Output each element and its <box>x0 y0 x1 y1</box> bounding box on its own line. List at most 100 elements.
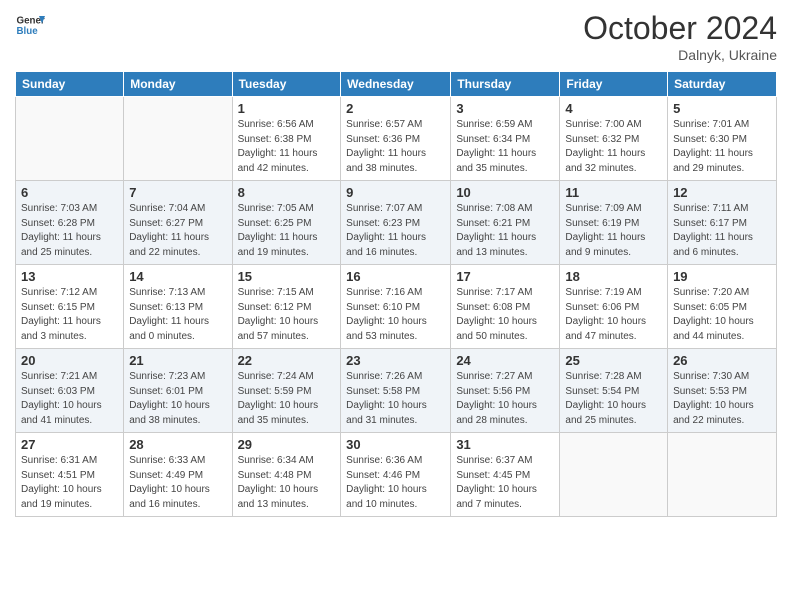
calendar-day-cell: 5 Sunrise: 7:01 AM Sunset: 6:30 PM Daylig… <box>668 97 777 181</box>
day-info: Sunrise: 7:23 AM Sunset: 6:01 PM Dayligh… <box>129 370 226 428</box>
calendar-day-cell: 23 Sunrise: 7:26 AM Sunset: 5:58 PM Dayli… <box>341 349 451 433</box>
day-info: Sunrise: 7:11 AM Sunset: 6:17 PM Dayligh… <box>673 202 771 260</box>
calendar-day-cell: 25Sunrise: 7:28 AM Sunset: 5:54 PM Dayli… <box>560 349 668 433</box>
day-info: Sunrise: 7:12 AM Sunset: 6:15 PM Dayligh… <box>21 286 118 344</box>
day-number: 28 <box>129 437 226 452</box>
header-row: Sunday Monday Tuesday Wednesday Thursday… <box>16 72 777 97</box>
header: General Blue October 2024 Dalnyk, Ukrain… <box>15 10 777 63</box>
day-info: Sunrise: 6:36 AM Sunset: 4:46 PM Dayligh… <box>346 454 445 512</box>
day-info: Sunrise: 7:17 AM Sunset: 6:08 PM Dayligh… <box>456 286 554 344</box>
day-info: Sunrise: 6:56 AM Sunset: 6:38 PM Dayligh… <box>238 118 336 176</box>
calendar-day-cell: 31 Sunrise: 6:37 AM Sunset: 4:45 PM Dayli… <box>451 433 560 517</box>
calendar-day-cell: 20Sunrise: 7:21 AM Sunset: 6:03 PM Dayli… <box>16 349 124 433</box>
day-info: Sunrise: 7:20 AM Sunset: 6:05 PM Dayligh… <box>673 286 771 344</box>
day-number: 4 <box>565 101 662 116</box>
calendar-day-cell <box>668 433 777 517</box>
day-info: Sunrise: 7:04 AM Sunset: 6:27 PM Dayligh… <box>129 202 226 260</box>
calendar-day-cell: 26 Sunrise: 7:30 AM Sunset: 5:53 PM Dayli… <box>668 349 777 433</box>
logo: General Blue <box>15 10 45 40</box>
day-number: 15 <box>238 269 336 284</box>
col-friday: Friday <box>560 72 668 97</box>
day-number: 26 <box>673 353 771 368</box>
calendar-week-row: 13 Sunrise: 7:12 AM Sunset: 6:15 PM Dayli… <box>16 265 777 349</box>
day-number: 1 <box>238 101 336 116</box>
calendar-week-row: 27 Sunrise: 6:31 AM Sunset: 4:51 PM Dayli… <box>16 433 777 517</box>
day-number: 9 <box>346 185 445 200</box>
day-number: 3 <box>456 101 554 116</box>
day-info: Sunrise: 7:16 AM Sunset: 6:10 PM Dayligh… <box>346 286 445 344</box>
calendar-day-cell: 2 Sunrise: 6:57 AM Sunset: 6:36 PM Daylig… <box>341 97 451 181</box>
calendar-day-cell: 8Sunrise: 7:05 AM Sunset: 6:25 PM Daylig… <box>232 181 341 265</box>
calendar-day-cell: 16 Sunrise: 7:16 AM Sunset: 6:10 PM Dayli… <box>341 265 451 349</box>
calendar-day-cell: 15Sunrise: 7:15 AM Sunset: 6:12 PM Dayli… <box>232 265 341 349</box>
col-wednesday: Wednesday <box>341 72 451 97</box>
day-number: 5 <box>673 101 771 116</box>
calendar-day-cell: 19 Sunrise: 7:20 AM Sunset: 6:05 PM Dayli… <box>668 265 777 349</box>
calendar-day-cell <box>16 97 124 181</box>
day-info: Sunrise: 7:00 AM Sunset: 6:32 PM Dayligh… <box>565 118 662 176</box>
day-number: 24 <box>456 353 554 368</box>
day-info: Sunrise: 7:27 AM Sunset: 5:56 PM Dayligh… <box>456 370 554 428</box>
calendar-week-row: 6 Sunrise: 7:03 AM Sunset: 6:28 PM Daylig… <box>16 181 777 265</box>
day-number: 10 <box>456 185 554 200</box>
calendar-day-cell: 7 Sunrise: 7:04 AM Sunset: 6:27 PM Daylig… <box>124 181 232 265</box>
calendar-day-cell: 4 Sunrise: 7:00 AM Sunset: 6:32 PM Daylig… <box>560 97 668 181</box>
day-number: 12 <box>673 185 771 200</box>
day-number: 17 <box>456 269 554 284</box>
day-number: 27 <box>21 437 118 452</box>
day-info: Sunrise: 6:57 AM Sunset: 6:36 PM Dayligh… <box>346 118 445 176</box>
day-number: 18 <box>565 269 662 284</box>
calendar-day-cell: 17 Sunrise: 7:17 AM Sunset: 6:08 PM Dayli… <box>451 265 560 349</box>
calendar-day-cell: 13 Sunrise: 7:12 AM Sunset: 6:15 PM Dayli… <box>16 265 124 349</box>
day-number: 8 <box>238 185 336 200</box>
calendar-day-cell: 21 Sunrise: 7:23 AM Sunset: 6:01 PM Dayli… <box>124 349 232 433</box>
calendar-day-cell <box>124 97 232 181</box>
day-number: 13 <box>21 269 118 284</box>
calendar-day-cell: 1 Sunrise: 6:56 AM Sunset: 6:38 PM Daylig… <box>232 97 341 181</box>
day-number: 6 <box>21 185 118 200</box>
calendar-day-cell: 9 Sunrise: 7:07 AM Sunset: 6:23 PM Daylig… <box>341 181 451 265</box>
calendar-day-cell: 18Sunrise: 7:19 AM Sunset: 6:06 PM Dayli… <box>560 265 668 349</box>
calendar-day-cell: 30 Sunrise: 6:36 AM Sunset: 4:46 PM Dayli… <box>341 433 451 517</box>
calendar-day-cell: 14Sunrise: 7:13 AM Sunset: 6:13 PM Dayli… <box>124 265 232 349</box>
day-number: 29 <box>238 437 336 452</box>
day-info: Sunrise: 7:01 AM Sunset: 6:30 PM Dayligh… <box>673 118 771 176</box>
day-number: 19 <box>673 269 771 284</box>
svg-text:Blue: Blue <box>17 26 39 37</box>
calendar-day-cell: 27 Sunrise: 6:31 AM Sunset: 4:51 PM Dayli… <box>16 433 124 517</box>
logo-icon: General Blue <box>15 10 45 40</box>
day-info: Sunrise: 7:30 AM Sunset: 5:53 PM Dayligh… <box>673 370 771 428</box>
col-sunday: Sunday <box>16 72 124 97</box>
day-info: Sunrise: 6:33 AM Sunset: 4:49 PM Dayligh… <box>129 454 226 512</box>
calendar-table: Sunday Monday Tuesday Wednesday Thursday… <box>15 71 777 517</box>
calendar-day-cell: 24 Sunrise: 7:27 AM Sunset: 5:56 PM Dayli… <box>451 349 560 433</box>
calendar-day-cell: 29 Sunrise: 6:34 AM Sunset: 4:48 PM Dayli… <box>232 433 341 517</box>
day-number: 30 <box>346 437 445 452</box>
day-info: Sunrise: 7:13 AM Sunset: 6:13 PM Dayligh… <box>129 286 226 344</box>
day-number: 16 <box>346 269 445 284</box>
day-info: Sunrise: 7:21 AM Sunset: 6:03 PM Dayligh… <box>21 370 118 428</box>
day-number: 11 <box>565 185 662 200</box>
calendar-day-cell: 3 Sunrise: 6:59 AM Sunset: 6:34 PM Daylig… <box>451 97 560 181</box>
month-title: October 2024 <box>583 10 777 47</box>
day-number: 2 <box>346 101 445 116</box>
day-number: 22 <box>238 353 336 368</box>
col-tuesday: Tuesday <box>232 72 341 97</box>
day-number: 7 <box>129 185 226 200</box>
day-info: Sunrise: 7:09 AM Sunset: 6:19 PM Dayligh… <box>565 202 662 260</box>
calendar-day-cell: 6 Sunrise: 7:03 AM Sunset: 6:28 PM Daylig… <box>16 181 124 265</box>
day-number: 21 <box>129 353 226 368</box>
day-number: 23 <box>346 353 445 368</box>
col-monday: Monday <box>124 72 232 97</box>
col-saturday: Saturday <box>668 72 777 97</box>
day-info: Sunrise: 7:07 AM Sunset: 6:23 PM Dayligh… <box>346 202 445 260</box>
day-number: 31 <box>456 437 554 452</box>
day-info: Sunrise: 6:34 AM Sunset: 4:48 PM Dayligh… <box>238 454 336 512</box>
day-info: Sunrise: 7:26 AM Sunset: 5:58 PM Dayligh… <box>346 370 445 428</box>
location-subtitle: Dalnyk, Ukraine <box>583 47 777 63</box>
day-info: Sunrise: 6:31 AM Sunset: 4:51 PM Dayligh… <box>21 454 118 512</box>
day-info: Sunrise: 7:03 AM Sunset: 6:28 PM Dayligh… <box>21 202 118 260</box>
day-info: Sunrise: 6:59 AM Sunset: 6:34 PM Dayligh… <box>456 118 554 176</box>
calendar-day-cell <box>560 433 668 517</box>
day-info: Sunrise: 6:37 AM Sunset: 4:45 PM Dayligh… <box>456 454 554 512</box>
